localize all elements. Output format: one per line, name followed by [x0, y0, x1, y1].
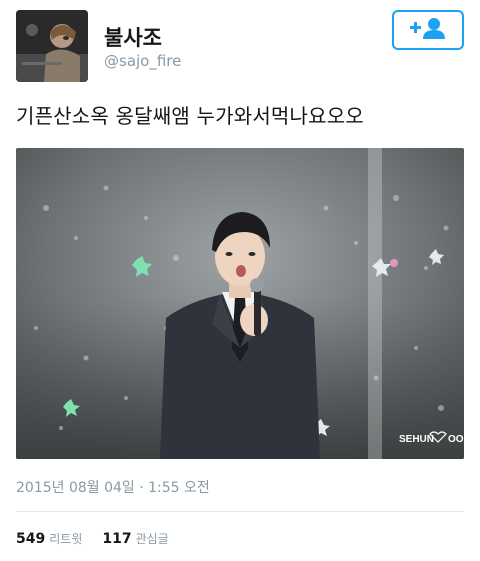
avatar[interactable]: [16, 10, 88, 82]
tweet-photo[interactable]: SEHUN OOH: [16, 148, 464, 459]
user-handle[interactable]: @sajo_fire: [104, 52, 181, 70]
retweet-label[interactable]: 리트윗: [49, 530, 82, 547]
photo-watermark: SEHUN OOH: [399, 431, 464, 445]
add-user-icon: [408, 16, 448, 44]
follow-button[interactable]: [392, 10, 464, 50]
like-label[interactable]: 관심글: [136, 530, 169, 547]
watermark-ooh: OOH: [448, 434, 464, 445]
tweet-stats: 549 리트윗 117 관심글: [16, 530, 189, 547]
like-count[interactable]: 117: [102, 531, 131, 547]
tweet-timestamp[interactable]: 2015년 08월 04일 · 1:55 오전: [16, 477, 210, 497]
watermark-sehun: SEHUN: [399, 434, 434, 445]
tweet-text: 기픈산소옥 옹달쌔앰 누가와서먹나요오오: [16, 104, 364, 128]
user-name[interactable]: 불사조: [104, 22, 162, 52]
divider: [16, 511, 464, 512]
retweet-count[interactable]: 549: [16, 531, 45, 547]
